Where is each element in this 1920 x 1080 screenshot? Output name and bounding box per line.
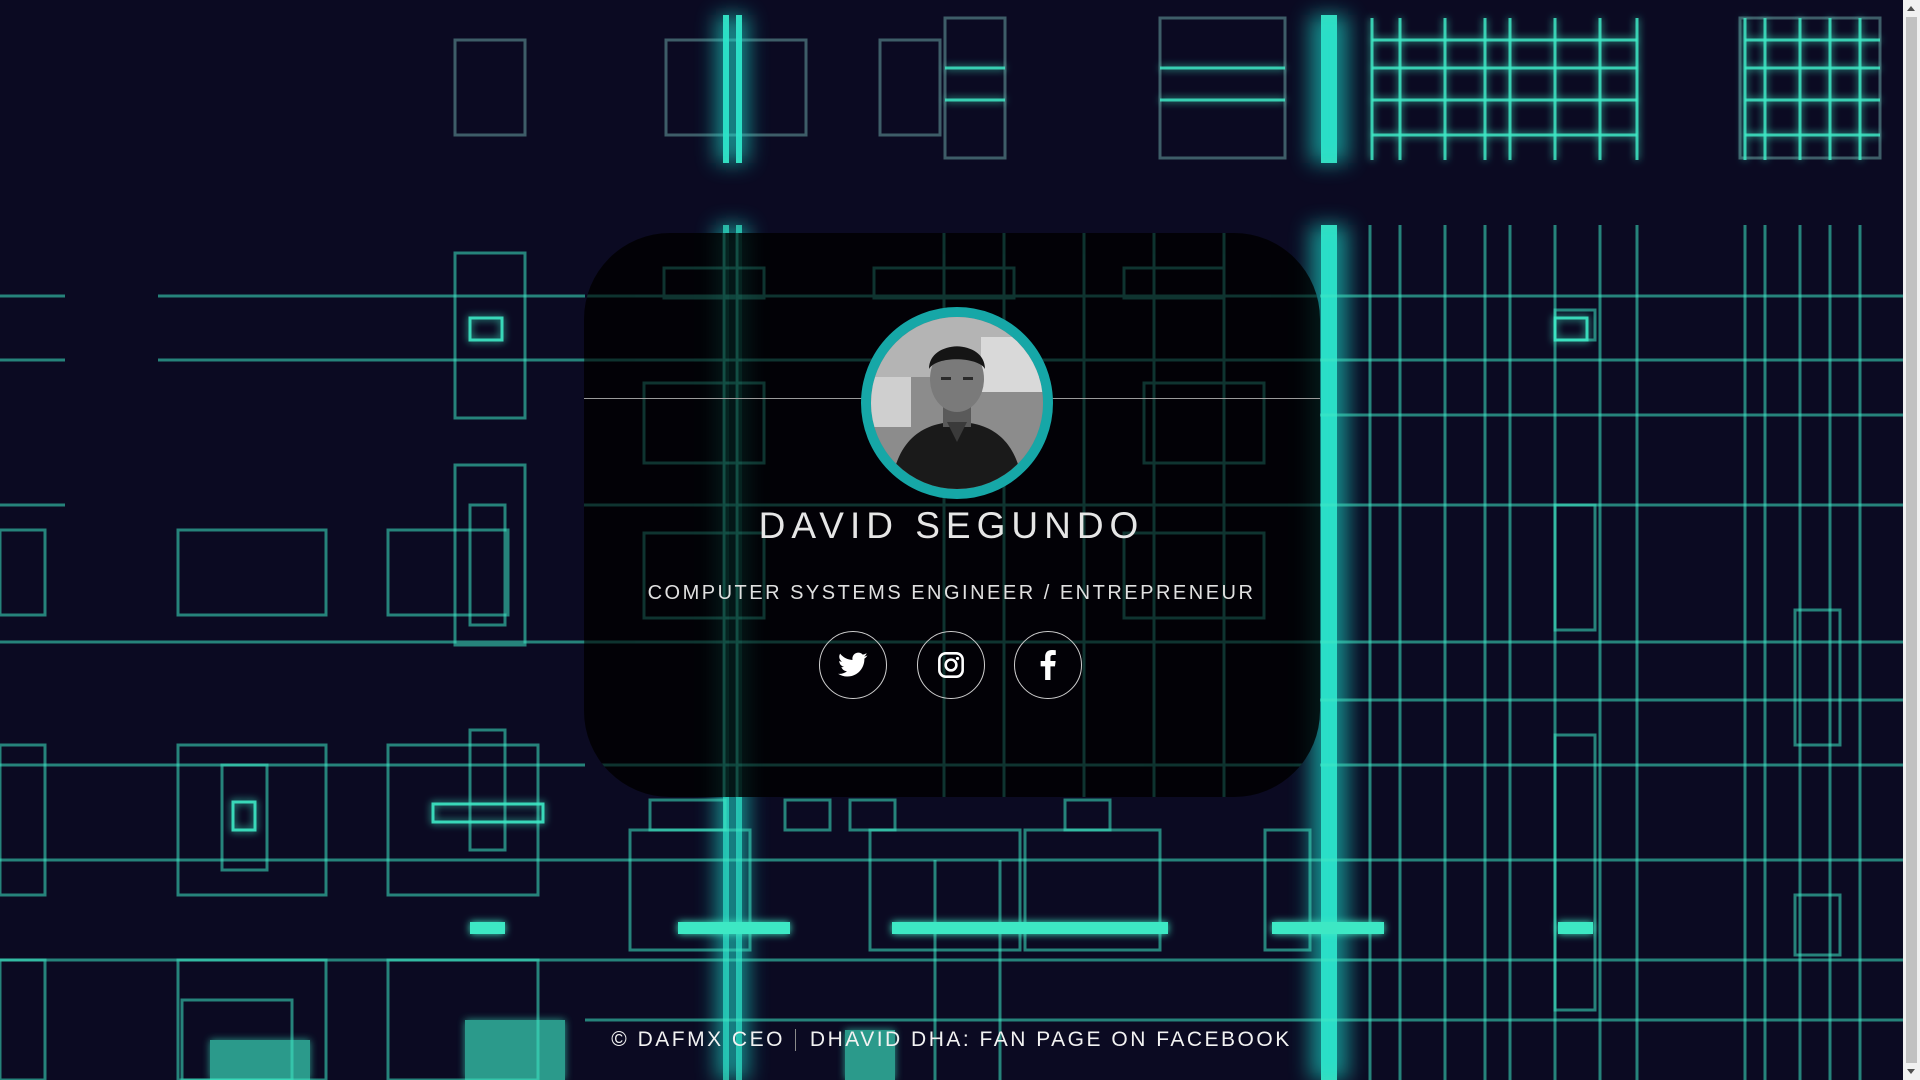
avatar	[861, 307, 1053, 499]
avatar-photo	[871, 317, 1043, 489]
twitter-button[interactable]	[819, 631, 887, 699]
profile-tagline: COMPUTER SYSTEMS ENGINEER / ENTREPRENEUR	[647, 582, 1256, 604]
facebook-icon	[1040, 650, 1056, 680]
footer-separator	[794, 1029, 796, 1052]
instagram-icon	[938, 652, 964, 678]
scroll-up-arrow-icon[interactable]	[1907, 6, 1915, 11]
profile-name: DAVID SEGUNDO	[758, 505, 1145, 546]
facebook-fanpage-link[interactable]: DHAVID DHA: FAN PAGE ON FACEBOOK	[810, 1028, 1292, 1051]
instagram-button[interactable]	[917, 631, 985, 699]
twitter-icon	[838, 652, 868, 677]
scroll-down-arrow-icon[interactable]	[1907, 1069, 1915, 1074]
footer: © DAFMX CEO DHAVID DHA: FAN PAGE ON FACEB…	[0, 1028, 1903, 1052]
copyright-text: © DAFMX CEO	[611, 1028, 785, 1051]
vertical-scrollbar[interactable]	[1903, 0, 1920, 1080]
page-viewport: DAVID SEGUNDO COMPUTER SYSTEMS ENGINEER …	[0, 0, 1903, 1080]
facebook-button[interactable]	[1014, 631, 1082, 699]
scrollbar-thumb[interactable]	[1906, 17, 1917, 1063]
